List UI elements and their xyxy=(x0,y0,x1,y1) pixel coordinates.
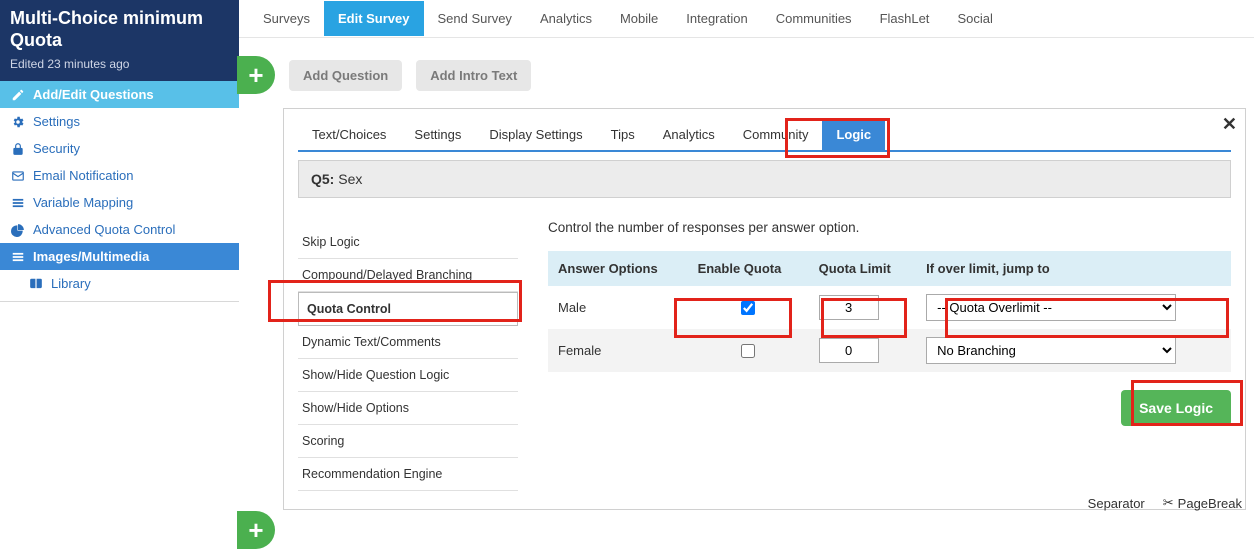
answer-option-cell: Female xyxy=(548,329,688,372)
logic-item-show-hide-options[interactable]: Show/Hide Options xyxy=(298,392,518,425)
left-sidebar: Multi-Choice minimum Quota Edited 23 min… xyxy=(0,0,239,302)
sidebar-item-variable-mapping[interactable]: Variable Mapping xyxy=(0,189,239,216)
logic-item-dynamic-text-comments[interactable]: Dynamic Text/Comments xyxy=(298,326,518,359)
sidebar-item-label: Settings xyxy=(33,114,80,129)
add-question-button[interactable]: Add Question xyxy=(289,60,402,91)
sidebar-item-library[interactable]: Library xyxy=(0,270,239,297)
question-tabs: Text/ChoicesSettingsDisplay SettingsTips… xyxy=(284,109,1245,150)
logic-item-recommendation-engine[interactable]: Recommendation Engine xyxy=(298,458,518,491)
edited-timestamp: Edited 23 minutes ago xyxy=(10,57,229,71)
save-logic-button[interactable]: Save Logic xyxy=(1121,390,1231,426)
quota-header: Enable Quota xyxy=(688,251,809,286)
pagebreak-tool[interactable]: ✂ PageBreak xyxy=(1163,495,1242,511)
jump-select[interactable]: No Branching xyxy=(926,337,1176,364)
tab-mobile[interactable]: Mobile xyxy=(606,1,672,36)
bars-icon xyxy=(10,250,25,263)
tab-send-survey[interactable]: Send Survey xyxy=(424,1,526,36)
sidebar-header: Multi-Choice minimum Quota Edited 23 min… xyxy=(0,0,239,81)
tab-analytics[interactable]: Analytics xyxy=(526,1,606,36)
quota-table: Answer OptionsEnable QuotaQuota LimitIf … xyxy=(548,251,1231,372)
answer-option-cell: Male xyxy=(548,286,688,329)
jump-select[interactable]: -- Quota Overlimit -- xyxy=(926,294,1176,321)
sidebar-item-settings[interactable]: Settings xyxy=(0,108,239,135)
question-title: Sex xyxy=(338,171,362,187)
question-body: Skip LogicCompound/Delayed BranchingQuot… xyxy=(284,206,1245,509)
sidebar-item-email-notification[interactable]: Email Notification xyxy=(0,162,239,189)
qtab-text-choices[interactable]: Text/Choices xyxy=(298,119,400,150)
sidebar-item-label: Variable Mapping xyxy=(33,195,133,210)
quota-header: Quota Limit xyxy=(809,251,917,286)
quota-header: Answer Options xyxy=(548,251,688,286)
enable-quota-checkbox[interactable] xyxy=(741,344,755,358)
sidebar-item-label: Email Notification xyxy=(33,168,133,183)
pie-icon xyxy=(10,223,25,236)
add-intro-text-button[interactable]: Add Intro Text xyxy=(416,60,531,91)
qtab-settings[interactable]: Settings xyxy=(400,119,475,150)
qtab-display-settings[interactable]: Display Settings xyxy=(475,119,596,150)
separator-tool[interactable]: Separator xyxy=(1088,496,1145,511)
add-bar: + Add Question Add Intro Text xyxy=(239,38,1254,108)
quota-limit-input[interactable] xyxy=(819,295,879,320)
qtab-analytics[interactable]: Analytics xyxy=(649,119,729,150)
pagebreak-label: PageBreak xyxy=(1178,496,1242,511)
sidebar-item-advanced-quota-control[interactable]: Advanced Quota Control xyxy=(0,216,239,243)
sidebar-item-security[interactable]: Security xyxy=(0,135,239,162)
tab-social[interactable]: Social xyxy=(943,1,1006,36)
table-row: Female No Branching xyxy=(548,329,1231,372)
logic-item-show-hide-question-logic[interactable]: Show/Hide Question Logic xyxy=(298,359,518,392)
close-icon[interactable]: ✕ xyxy=(1222,114,1237,135)
save-row: Save Logic xyxy=(548,390,1231,426)
lock-icon xyxy=(10,142,25,155)
quota-header: If over limit, jump to xyxy=(916,251,1231,286)
pencil-icon xyxy=(10,88,25,101)
logic-description: Control the number of responses per answ… xyxy=(548,220,1231,235)
qtab-logic[interactable]: Logic xyxy=(822,119,885,150)
sidebar-divider xyxy=(0,301,239,302)
top-tabs: SurveysEdit SurveySend SurveyAnalyticsMo… xyxy=(239,0,1254,38)
sidebar-item-label: Images/Multimedia xyxy=(33,249,149,264)
sidebar-nav: Add/Edit Questions Settings Security Email … xyxy=(0,81,239,297)
question-panel: ✕ Text/ChoicesSettingsDisplay SettingsTi… xyxy=(283,108,1246,510)
main-area: SurveysEdit SurveySend SurveyAnalyticsMo… xyxy=(239,0,1254,539)
logic-main: Control the number of responses per answ… xyxy=(548,206,1231,491)
sidebar-item-add-edit-questions[interactable]: Add/Edit Questions xyxy=(0,81,239,108)
tab-integration[interactable]: Integration xyxy=(672,1,761,36)
question-tab-underline xyxy=(298,150,1231,152)
footer-tools: Separator ✂ PageBreak xyxy=(1088,495,1242,511)
gears-icon xyxy=(10,115,25,128)
enable-quota-checkbox[interactable] xyxy=(741,301,755,315)
list-icon xyxy=(10,196,25,209)
tab-flashlet[interactable]: FlashLet xyxy=(866,1,944,36)
add-plus-button-bottom[interactable]: + xyxy=(237,511,275,549)
sidebar-item-label: Advanced Quota Control xyxy=(33,222,175,237)
separator-label: Separator xyxy=(1088,496,1145,511)
sidebar-item-label: Security xyxy=(33,141,80,156)
survey-title: Multi-Choice minimum Quota xyxy=(10,8,229,51)
add-plus-button[interactable]: + xyxy=(237,56,275,94)
sidebar-item-label: Add/Edit Questions xyxy=(33,87,154,102)
sidebar-item-label: Library xyxy=(51,276,91,291)
table-row: Male -- Quota Overlimit -- xyxy=(548,286,1231,329)
qtab-tips[interactable]: Tips xyxy=(597,119,649,150)
tab-communities[interactable]: Communities xyxy=(762,1,866,36)
tab-surveys[interactable]: Surveys xyxy=(249,1,324,36)
question-code: Q5: xyxy=(311,171,334,187)
logic-item-compound-delayed-branching[interactable]: Compound/Delayed Branching xyxy=(298,259,518,292)
logic-sidebar: Skip LogicCompound/Delayed BranchingQuot… xyxy=(298,206,518,491)
question-header: Q5: Sex xyxy=(298,160,1231,198)
logic-item-scoring[interactable]: Scoring xyxy=(298,425,518,458)
sidebar-item-images-multimedia[interactable]: Images/Multimedia xyxy=(0,243,239,270)
tab-edit-survey[interactable]: Edit Survey xyxy=(324,1,424,36)
quota-limit-input[interactable] xyxy=(819,338,879,363)
envelope-icon xyxy=(10,169,25,182)
pagebreak-icon: ✂ xyxy=(1163,495,1174,511)
logic-item-quota-control[interactable]: Quota Control xyxy=(298,292,518,326)
qtab-community[interactable]: Community xyxy=(729,119,823,150)
logic-item-skip-logic[interactable]: Skip Logic xyxy=(298,226,518,259)
book-icon xyxy=(28,277,43,290)
